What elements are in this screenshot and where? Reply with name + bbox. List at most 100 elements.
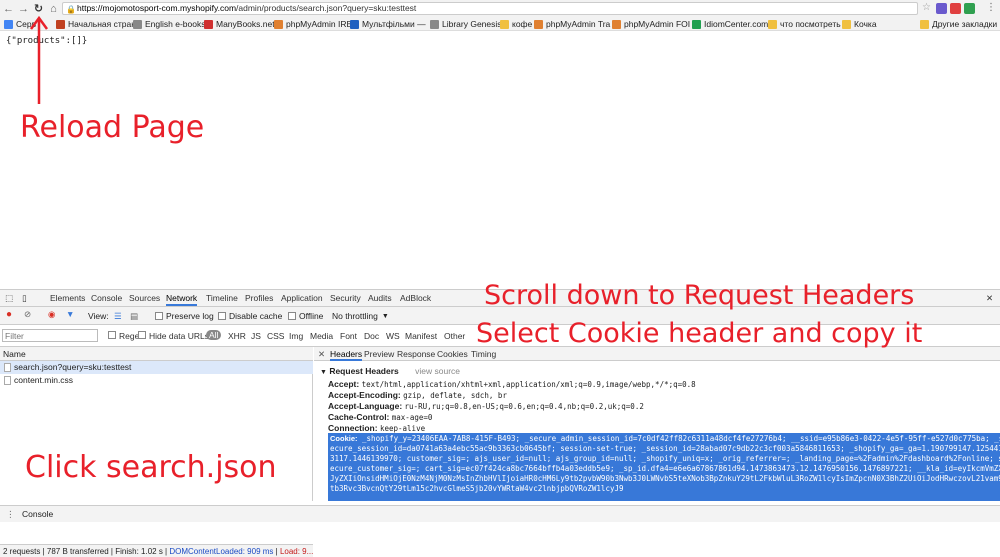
type-media[interactable]: Media	[310, 331, 333, 341]
bookmark[interactable]: English e-books	[133, 19, 205, 29]
type-all[interactable]: All	[206, 330, 222, 340]
preserve-log-checkbox[interactable]: Preserve log	[155, 311, 214, 321]
url-input[interactable]: 🔒 https://mojomotosport-com.myshopify.co…	[62, 2, 918, 15]
throttling-select[interactable]: No throttling ▼	[332, 311, 389, 321]
hide-data-urls-checkbox[interactable]: Hide data URLs	[138, 331, 209, 341]
type-xhr[interactable]: XHR	[228, 331, 246, 341]
tab-cookies[interactable]: Cookies	[437, 349, 468, 359]
url-path: /admin/products/search.json?query=sku:te…	[236, 3, 417, 13]
detail-tabs: ✕ Headers Preview Response Cookies Timin…	[314, 347, 1000, 361]
type-doc[interactable]: Doc	[364, 331, 379, 341]
console-tab[interactable]: Console	[22, 509, 53, 519]
overview-icon[interactable]: ▤	[130, 311, 138, 322]
tab-profiles[interactable]: Profiles	[245, 293, 273, 303]
scroll-annotation: Scroll down to Request Headers	[484, 280, 915, 311]
bookmark[interactable]: phpMyAdmin Tra	[534, 19, 610, 29]
bookmark[interactable]: IdiomCenter.com	[692, 19, 768, 29]
type-font[interactable]: Font	[340, 331, 357, 341]
tab-timeline[interactable]: Timeline	[206, 293, 238, 303]
device-icon[interactable]: ▯	[22, 293, 27, 304]
type-img[interactable]: Img	[289, 331, 303, 341]
apps-icon	[4, 19, 13, 29]
camera-icon[interactable]: ◉	[48, 309, 55, 320]
bookmark-icon	[612, 19, 621, 29]
header-cookie-selected[interactable]: Cookie: _shopify_y=23406EAA-7AB8-415F-B4…	[328, 433, 1000, 501]
extension-icon[interactable]	[936, 3, 947, 14]
bookmark-folder[interactable]: что посмотреть	[768, 19, 841, 29]
request-row-search-json[interactable]: search.json?query=sku:testtest	[0, 361, 313, 374]
menu-icon[interactable]: ⋮	[986, 2, 997, 13]
tab-response[interactable]: Response	[397, 349, 435, 359]
header-accept-language[interactable]: Accept-Language: ru-RU,ru;q=0.8,en-US;q=…	[328, 401, 644, 411]
tab-security[interactable]: Security	[330, 293, 361, 303]
request-headers-section[interactable]: ▼ Request Headers view source	[320, 366, 460, 376]
tab-application[interactable]: Application	[281, 293, 323, 303]
disable-cache-checkbox[interactable]: Disable cache	[218, 311, 282, 321]
bookmark[interactable]: ManyBooks.net	[204, 19, 275, 29]
list-view-icon[interactable]: ☰	[114, 311, 122, 322]
offline-checkbox[interactable]: Offline	[288, 311, 323, 321]
extension-icon[interactable]	[964, 3, 975, 14]
folder-icon	[500, 19, 509, 29]
header-accept-encoding[interactable]: Accept-Encoding: gzip, deflate, sdch, br	[328, 390, 507, 400]
view-source-link[interactable]: view source	[415, 366, 460, 376]
bookmark-folder[interactable]: Другие закладки	[920, 19, 997, 29]
folder-icon	[842, 19, 851, 29]
view-label: View:	[88, 311, 109, 321]
bookmark[interactable]: phpMyAdmin IRB	[274, 19, 352, 29]
click-annotation: Click search.json	[25, 450, 277, 485]
type-manifest[interactable]: Manifest	[405, 331, 437, 341]
bookmark[interactable]: Library Genesis	[430, 19, 502, 29]
tab-headers[interactable]: Headers	[330, 349, 363, 361]
bookmark-icon	[430, 19, 439, 29]
reload-arrow	[29, 15, 49, 104]
bookmark-icon	[350, 19, 359, 29]
bookmark[interactable]: phpMyAdmin FOI	[612, 19, 690, 29]
request-row-css[interactable]: content.min.css	[0, 374, 313, 387]
back-icon[interactable]: ←	[2, 2, 15, 15]
tab-adblock[interactable]: AdBlock	[400, 293, 431, 303]
type-ws[interactable]: WS	[386, 331, 400, 341]
close-icon[interactable]: ✕	[986, 293, 993, 304]
bookmark-icon	[133, 19, 142, 29]
type-other[interactable]: Other	[444, 331, 465, 341]
record-icon[interactable]: ●	[6, 309, 12, 320]
filter-input[interactable]	[2, 329, 98, 342]
clear-icon[interactable]: ⊘	[24, 309, 31, 320]
bookmark-icon	[692, 19, 701, 29]
tab-preview[interactable]: Preview	[364, 349, 394, 359]
headers-pane: ✕ Headers Preview Response Cookies Timin…	[314, 347, 1000, 501]
tab-timing[interactable]: Timing	[471, 349, 496, 359]
address-bar-row: ← → ↻ ⌂ 🔒 https://mojomotosport-com.mysh…	[0, 0, 1000, 17]
reload-annotation: Reload Page	[20, 110, 205, 145]
type-css[interactable]: CSS	[267, 331, 284, 341]
filter-icon[interactable]: ▼	[66, 309, 74, 319]
bookmark-icon	[534, 19, 543, 29]
header-accept[interactable]: Accept: text/html,application/xhtml+xml,…	[328, 379, 696, 389]
menu-icon[interactable]: ⋮	[6, 509, 15, 520]
console-drawer: ⋮ Console	[0, 505, 1000, 522]
bookmark-icon	[204, 19, 213, 29]
name-column-header[interactable]: Name	[0, 347, 313, 361]
close-icon[interactable]: ✕	[318, 349, 325, 360]
lock-icon: 🔒	[66, 5, 76, 14]
inspect-icon[interactable]: ⬚	[5, 293, 13, 304]
chevron-down-icon: ▼	[381, 312, 389, 320]
header-cache-control[interactable]: Cache-Control: max-age=0	[328, 412, 432, 422]
header-connection[interactable]: Connection: keep-alive	[328, 423, 425, 433]
bookmark-folder[interactable]: Кочка	[842, 19, 877, 29]
triangle-down-icon: ▼	[320, 369, 327, 376]
star-icon[interactable]: ☆	[922, 2, 933, 13]
tab-elements[interactable]: Elements	[50, 293, 85, 303]
url-host: https://mojomotosport-com.myshopify.com	[77, 3, 237, 13]
tab-audits[interactable]: Audits	[368, 293, 392, 303]
type-js[interactable]: JS	[251, 331, 261, 341]
bookmark-folder[interactable]: кофе	[500, 19, 532, 29]
bookmark[interactable]: Мультфільми —	[350, 19, 426, 29]
extension-icon[interactable]	[950, 3, 961, 14]
tab-sources[interactable]: Sources	[129, 293, 160, 303]
tab-network[interactable]: Network	[166, 293, 198, 306]
tab-console[interactable]: Console	[91, 293, 122, 303]
folder-icon	[920, 19, 929, 29]
bookmark[interactable]: Начальная стран	[56, 19, 136, 29]
